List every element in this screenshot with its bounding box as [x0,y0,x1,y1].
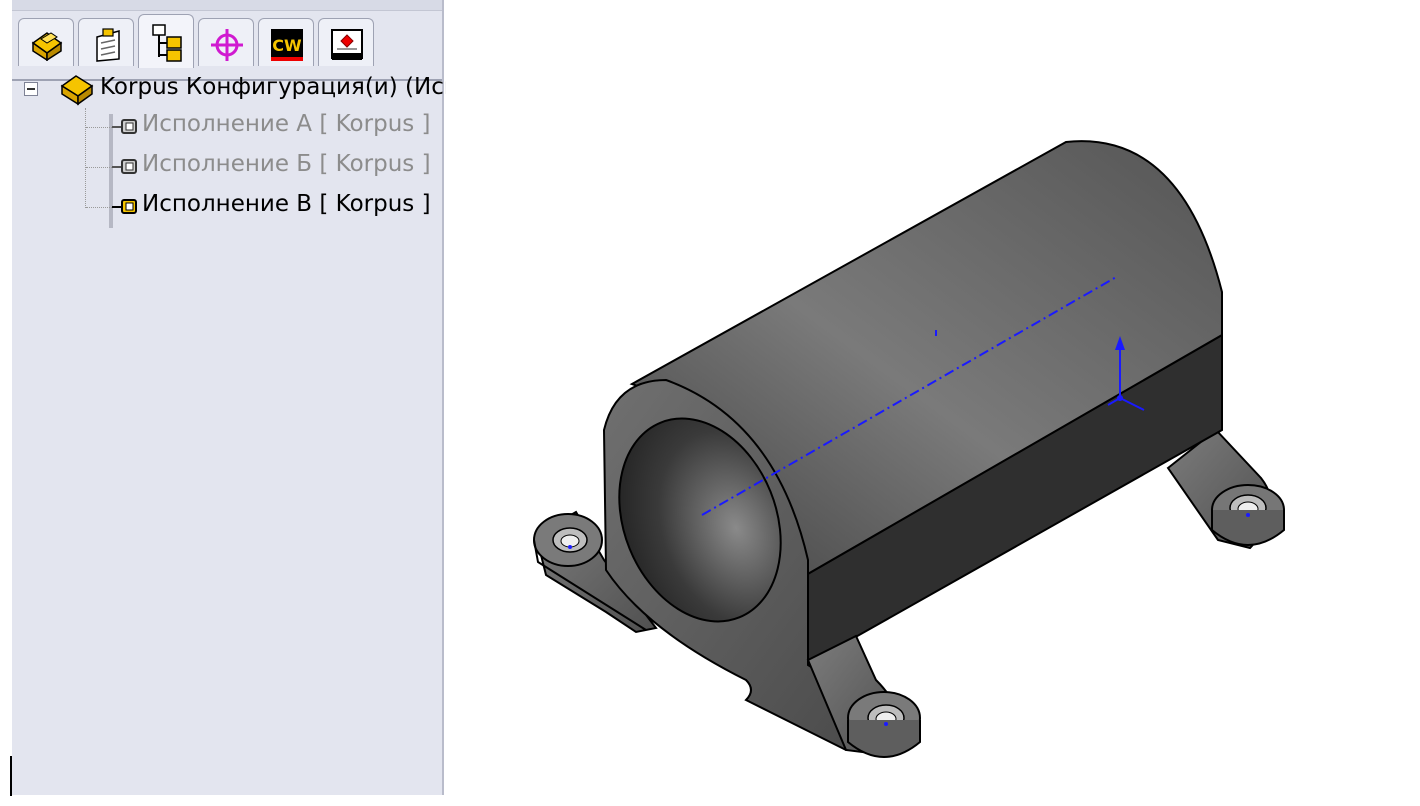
configurationmanager-tab[interactable] [138,14,194,68]
svg-text:CW: CW [272,36,302,55]
graphics-viewport[interactable] [446,0,1420,802]
manager-tab-bar: CW [12,14,442,81]
configurations-icon [152,24,182,62]
configuration-icon [112,117,140,143]
featuremanager-tab[interactable] [18,18,74,66]
text-cursor [10,756,12,796]
cw-icon: CW [271,29,303,61]
configuration-manager-panel: CW Korpus Конфигурация(и) (Исп Исполнени… [12,0,459,795]
tree-branch-line [86,127,112,128]
part-icon [31,32,63,61]
configuration-item-a[interactable]: Исполнение А [ Korpus ] [74,108,434,146]
tree-root-label: Korpus Конфигурация(и) (Исп [100,74,459,100]
tree-branch-line [86,207,112,208]
target-crosshair-icon [211,29,243,61]
dimxpert-tab[interactable] [198,18,254,66]
configuration-label: Исполнение В [ Korpus ] [142,191,431,217]
cosmosworks-tab[interactable]: CW [258,18,314,66]
configuration-label: Исполнение Б [ Korpus ] [142,151,431,177]
configuration-item-b[interactable]: Исполнение Б [ Korpus ] [74,148,434,186]
part-icon [58,72,96,110]
property-sheet-icon [96,28,120,62]
tree-branch-line [86,167,112,168]
active-configuration-icon [112,197,140,223]
configuration-item-v[interactable]: Исполнение В [ Korpus ] [74,188,434,226]
configuration-label: Исполнение А [ Korpus ] [142,111,431,137]
panel-top-border [12,0,442,11]
display-manager-icon [331,29,363,60]
propertymanager-tab[interactable] [78,18,134,66]
collapse-toggle[interactable] [24,82,38,96]
display-manager-tab[interactable] [318,18,374,66]
tree-root-node[interactable]: Korpus Конфигурация(и) (Исп [18,70,459,110]
configuration-icon [112,157,140,183]
korpus-3d-model[interactable] [446,0,1420,802]
left-margin [0,0,12,802]
